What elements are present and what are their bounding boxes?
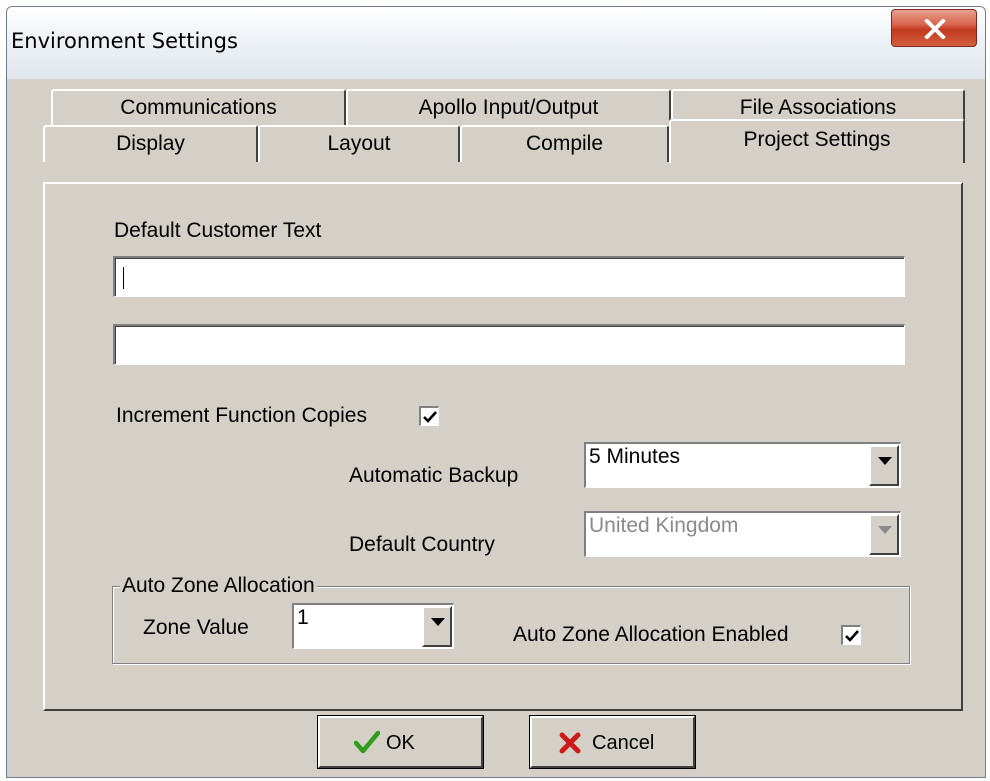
tab-apollo-input-output[interactable]: Apollo Input/Output xyxy=(346,89,671,126)
cancel-button[interactable]: Cancel xyxy=(529,715,696,769)
close-button[interactable] xyxy=(891,9,977,47)
tab-communications[interactable]: Communications xyxy=(51,89,346,126)
tab-layout[interactable]: Layout xyxy=(258,125,460,162)
checkmark-icon xyxy=(354,730,380,754)
environment-settings-dialog: Environment Settings Communications Apol… xyxy=(6,6,986,778)
automatic-backup-value: 5 Minutes xyxy=(589,445,681,468)
default-customer-text-label: Default Customer Text xyxy=(114,219,322,242)
increment-function-copies-checkbox[interactable] xyxy=(419,406,439,426)
cancel-button-label: Cancel xyxy=(592,732,655,754)
default-country-dropdown-button[interactable] xyxy=(869,514,899,555)
automatic-backup-select[interactable]: 5 Minutes xyxy=(584,442,901,488)
close-icon xyxy=(924,19,946,39)
default-country-select[interactable]: United Kingdom xyxy=(584,511,901,557)
auto-zone-enabled-checkbox[interactable] xyxy=(841,625,861,645)
automatic-backup-label: Automatic Backup xyxy=(349,464,519,487)
zone-value-label: Zone Value xyxy=(143,616,249,639)
title-bar[interactable]: Environment Settings xyxy=(7,7,985,79)
chevron-down-icon xyxy=(878,457,892,465)
checkmark-icon xyxy=(845,630,859,642)
red-x-icon xyxy=(559,732,581,754)
chevron-down-icon xyxy=(431,618,445,626)
checkmark-icon xyxy=(423,411,437,423)
default-country-label: Default Country xyxy=(349,533,495,556)
ok-button[interactable]: OK xyxy=(317,715,484,769)
automatic-backup-dropdown-button[interactable] xyxy=(869,445,899,486)
increment-function-copies-label: Increment Function Copies xyxy=(116,404,367,427)
tab-compile[interactable]: Compile xyxy=(460,125,669,162)
project-settings-panel: Default Customer Text Increment Function… xyxy=(43,182,963,711)
dialog-client-area: Communications Apollo Input/Output File … xyxy=(7,79,985,777)
window-title: Environment Settings xyxy=(11,29,238,53)
tab-display[interactable]: Display xyxy=(43,125,258,162)
zone-value: 1 xyxy=(297,606,309,629)
tab-project-settings[interactable]: Project Settings xyxy=(669,119,965,163)
auto-zone-allocation-title: Auto Zone Allocation xyxy=(120,574,317,598)
customer-text-line2-input[interactable] xyxy=(113,324,905,365)
default-country-value: United Kingdom xyxy=(589,514,739,537)
chevron-down-icon xyxy=(878,526,892,534)
auto-zone-enabled-label: Auto Zone Allocation Enabled xyxy=(513,623,789,646)
text-caret xyxy=(123,267,124,289)
zone-value-dropdown-button[interactable] xyxy=(422,606,452,647)
customer-text-line1-input[interactable] xyxy=(113,256,905,297)
ok-button-label: OK xyxy=(386,732,415,754)
zone-value-select[interactable]: 1 xyxy=(292,603,454,649)
